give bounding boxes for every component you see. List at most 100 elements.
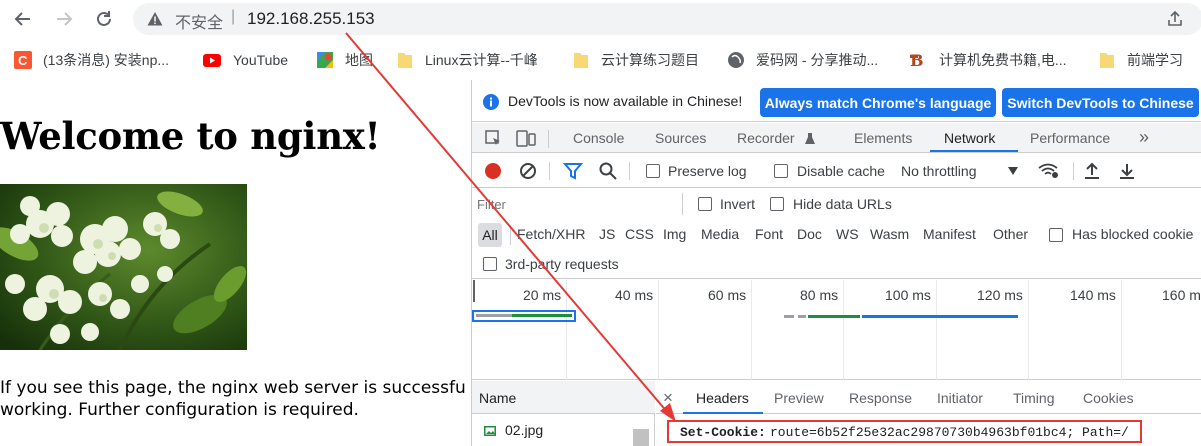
type-img[interactable]: Img xyxy=(663,226,686,242)
back-arrow-icon xyxy=(14,12,30,26)
page-heading: Welcome to nginx! xyxy=(0,114,381,158)
set-cookie-key: Set-Cookie: xyxy=(680,425,766,440)
folder-icon xyxy=(396,51,414,69)
switch-to-chinese-button[interactable]: Switch DevTools to Chinese xyxy=(1002,88,1199,117)
type-ws[interactable]: WS xyxy=(836,226,859,242)
requests-area: Name 02.jpg × Headers Preview Response I… xyxy=(472,381,1201,446)
grid-line xyxy=(751,280,752,380)
toolbar-divider xyxy=(629,162,630,180)
reload-button[interactable] xyxy=(92,7,116,31)
device-toolbar-icon[interactable] xyxy=(516,128,536,148)
type-js[interactable]: JS xyxy=(599,226,615,242)
filter-input[interactable] xyxy=(477,193,682,215)
address-bar[interactable]: 不安全 | 192.168.255.153 xyxy=(133,3,1201,35)
type-css[interactable]: CSS xyxy=(625,226,654,242)
bookmark-label: (13条消息) 安装np... xyxy=(43,52,170,68)
maps-icon xyxy=(316,51,334,69)
record-icon[interactable] xyxy=(484,162,502,180)
tab-elements[interactable]: Elements xyxy=(854,130,912,146)
infobar-message: DevTools is now available in Chinese! xyxy=(508,93,743,109)
preserve-log-checkbox[interactable] xyxy=(646,164,660,178)
export-har-icon[interactable] xyxy=(1119,162,1135,180)
throttling-select[interactable]: No throttling xyxy=(901,163,976,179)
type-all-button[interactable]: All xyxy=(478,223,502,247)
inspect-element-icon[interactable] xyxy=(484,129,502,147)
bookmark-label: 前端学习 xyxy=(1127,52,1183,68)
type-media[interactable]: Media xyxy=(701,226,739,242)
clear-icon[interactable] xyxy=(519,162,537,180)
page-paragraph: If you see this page, the nginx web serv… xyxy=(0,377,466,421)
network-conditions-icon[interactable] xyxy=(1038,162,1060,180)
more-tabs-button[interactable]: » xyxy=(1139,127,1149,148)
tick-label: 60 ms xyxy=(708,287,747,303)
bookmark-item[interactable]: 前端学习 xyxy=(1098,50,1183,70)
has-blocked-cookies-label: Has blocked cookie xyxy=(1072,226,1194,242)
paragraph-line: If you see this page, the nginx web serv… xyxy=(0,378,466,398)
forward-button[interactable] xyxy=(52,7,76,31)
bookmark-item[interactable]: 云计算练习题目 xyxy=(572,50,699,70)
hide-data-urls-checkbox[interactable] xyxy=(770,197,784,211)
third-party-checkbox[interactable] xyxy=(483,257,497,271)
bookmark-item[interactable]: C (13条消息) 安装np... xyxy=(14,50,169,70)
share-icon[interactable] xyxy=(1165,9,1185,29)
dropdown-arrow-icon[interactable] xyxy=(1008,167,1018,175)
tab-console[interactable]: Console xyxy=(573,130,624,146)
bookmark-item[interactable]: Linux云计算--千峰 xyxy=(396,50,538,70)
tab-preview[interactable]: Preview xyxy=(774,390,824,406)
tab-timing[interactable]: Timing xyxy=(1013,390,1055,406)
filter-row: Invert Hide data URLs xyxy=(472,189,1201,219)
toolbar-divider xyxy=(548,130,549,148)
type-manifest[interactable]: Manifest xyxy=(923,226,976,242)
tab-recorder[interactable]: Recorder xyxy=(737,130,795,146)
tab-sources[interactable]: Sources xyxy=(655,130,706,146)
import-har-icon[interactable] xyxy=(1084,162,1100,180)
web-page: Welcome to nginx! If you see this page, … xyxy=(0,80,471,446)
active-tab-indicator xyxy=(930,150,1018,152)
always-match-language-button[interactable]: Always match Chrome's language xyxy=(760,88,996,117)
name-column-header[interactable]: Name xyxy=(472,381,655,414)
devtools-panel: DevTools is now available in Chinese! Al… xyxy=(471,80,1201,446)
tab-initiator[interactable]: Initiator xyxy=(937,390,983,406)
filter-funnel-icon[interactable] xyxy=(563,162,583,180)
tab-headers[interactable]: Headers xyxy=(696,390,749,406)
tick-label: 100 ms xyxy=(885,287,931,303)
type-wasm[interactable]: Wasm xyxy=(870,226,909,242)
security-separator: | xyxy=(231,8,236,25)
tab-network[interactable]: Network xyxy=(944,130,995,146)
bookmark-item[interactable]: B 计算机免费书籍,电... xyxy=(910,50,1067,70)
waterfall-queue xyxy=(784,315,794,318)
bookmark-item[interactable]: 地图 xyxy=(316,50,373,70)
disable-cache-checkbox[interactable] xyxy=(774,164,788,178)
tab-performance[interactable]: Performance xyxy=(1030,130,1110,146)
back-button[interactable] xyxy=(11,7,35,31)
bookmark-item[interactable]: 爱码网 - 分享推动... xyxy=(727,50,878,70)
set-cookie-value[interactable]: route=6b52f25e32ac29870730b4963bf01bc4; … xyxy=(770,425,1129,440)
active-detail-tab-indicator xyxy=(683,412,763,414)
svg-text:B: B xyxy=(910,51,924,69)
scrollbar-thumb[interactable] xyxy=(633,429,649,446)
grid-line xyxy=(658,280,659,380)
reload-icon xyxy=(97,11,111,26)
tab-cookies[interactable]: Cookies xyxy=(1083,390,1134,406)
type-other[interactable]: Other xyxy=(993,226,1028,242)
network-toolbar: Preserve log Disable cache No throttling xyxy=(472,154,1201,188)
tab-response[interactable]: Response xyxy=(849,390,912,406)
request-row[interactable]: 02.jpg xyxy=(472,415,655,446)
type-fetch-xhr[interactable]: Fetch/XHR xyxy=(517,226,585,242)
disable-cache-label: Disable cache xyxy=(797,163,885,179)
waterfall-waiting xyxy=(512,314,572,317)
type-font[interactable]: Font xyxy=(755,226,783,242)
search-icon[interactable] xyxy=(599,162,617,180)
network-overview-timeline[interactable]: 20 ms 40 ms 60 ms 80 ms 100 ms 120 ms 14… xyxy=(472,280,1201,380)
waterfall-queue xyxy=(476,314,512,317)
close-detail-button[interactable]: × xyxy=(663,388,673,408)
input-border xyxy=(682,193,683,215)
type-doc[interactable]: Doc xyxy=(797,226,822,242)
preserve-log-label: Preserve log xyxy=(668,163,747,179)
youtube-icon xyxy=(203,51,221,69)
bookmark-item[interactable]: YouTube xyxy=(203,50,288,70)
has-blocked-cookies-checkbox[interactable] xyxy=(1049,228,1063,242)
url-text[interactable]: 192.168.255.153 xyxy=(247,9,375,29)
tick-label: 140 ms xyxy=(1070,287,1116,303)
invert-checkbox[interactable] xyxy=(698,197,712,211)
